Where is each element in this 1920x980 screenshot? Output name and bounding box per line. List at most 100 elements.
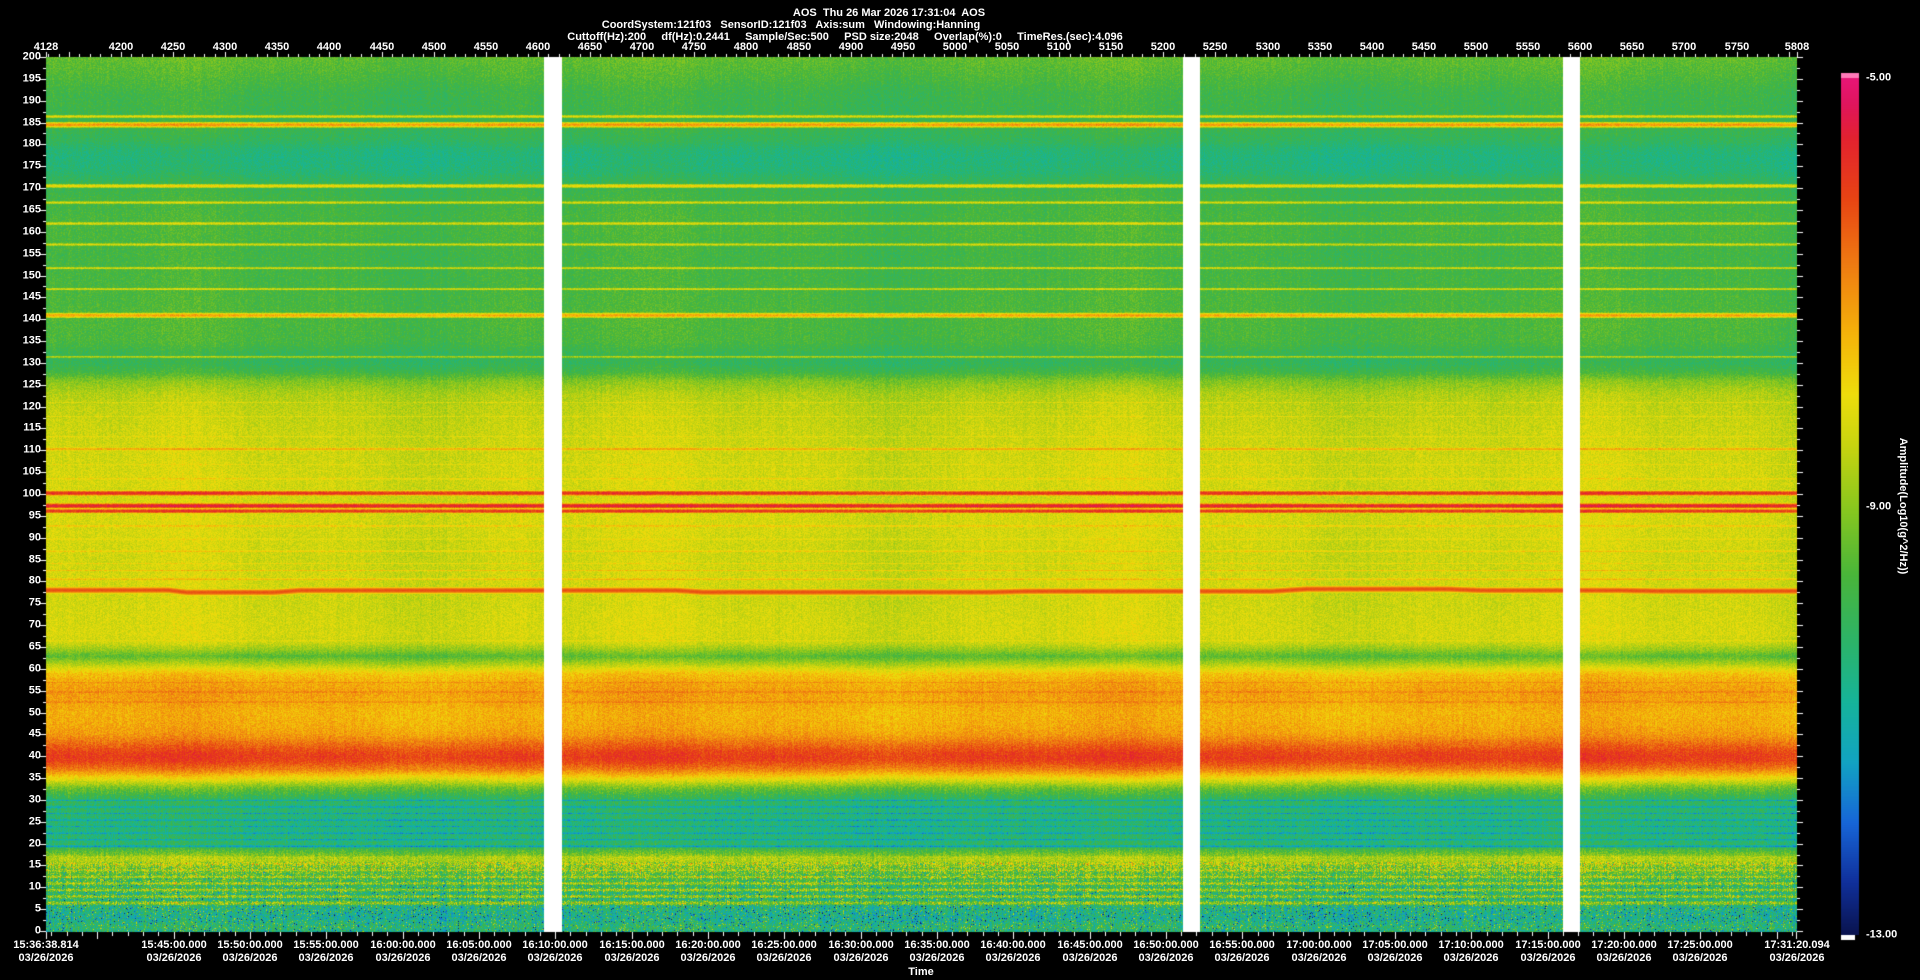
bottom-time-label: 16:20:00.000	[675, 939, 741, 951]
bottom-time-label: 16:25:00.000	[751, 939, 817, 951]
left-axis-label: 175	[22, 159, 41, 172]
left-axis-label: 115	[23, 421, 41, 434]
left-axis-label: 135	[22, 334, 41, 347]
top-axis-label: 5400	[1359, 41, 1385, 53]
bottom-date-label: 03/26/2026	[18, 952, 74, 964]
top-axis-label: 5100	[1046, 41, 1072, 53]
left-axis-label: 65	[28, 640, 41, 653]
bottom-time-label: 17:00:00.000	[1286, 939, 1352, 951]
left-axis-label: 55	[28, 684, 41, 697]
left-axis-label: 195	[22, 72, 41, 85]
bottom-time-label: 16:55:00.000	[1209, 939, 1275, 951]
left-axis-label: 125	[22, 378, 41, 391]
top-axis-label: 5750	[1724, 41, 1750, 53]
left-axis-label: 190	[22, 94, 41, 107]
left-axis-label: 5	[34, 902, 41, 915]
colorbar-label: -13.00	[1866, 928, 1898, 941]
header-sensor-info: CoordSystem:121f03 SensorID:121f03 Axis:…	[601, 19, 981, 31]
top-axis-label: 4350	[264, 41, 290, 53]
bottom-time-label: 15:55:00.000	[293, 939, 359, 951]
left-axis-label: 145	[22, 290, 41, 303]
colorbar-label: -5.00	[1866, 71, 1892, 84]
bottom-date-label: 03/26/2026	[1443, 952, 1499, 964]
spectrogram-canvas	[0, 0, 1920, 980]
bottom-time-label: 17:15:00.000	[1515, 939, 1581, 951]
bottom-date-label: 03/26/2026	[1138, 952, 1194, 964]
left-axis-label: 130	[22, 356, 41, 369]
bottom-time-label: 16:00:00.000	[370, 939, 436, 951]
top-axis-label: 5200	[1150, 41, 1176, 53]
top-axis-label: 5808	[1784, 41, 1810, 53]
left-axis-label: 155	[22, 247, 41, 260]
header-title: AOS Thu 26 Mar 2026 17:31:04 AOS	[792, 7, 986, 19]
left-axis-label: 150	[22, 269, 41, 282]
bottom-date-label: 03/26/2026	[146, 952, 202, 964]
top-axis-label: 5150	[1098, 41, 1124, 53]
top-axis-label: 5250	[1202, 41, 1228, 53]
top-axis-label: 4650	[577, 41, 603, 53]
left-axis-label: 185	[22, 116, 41, 129]
left-axis-label: 10	[28, 880, 41, 893]
left-axis-label: 105	[22, 465, 41, 478]
left-axis-label: 40	[28, 749, 41, 762]
bottom-date-label: 03/26/2026	[1520, 952, 1576, 964]
left-axis-label: 30	[28, 793, 41, 806]
left-axis-label: 20	[28, 837, 41, 850]
bottom-date-label: 03/26/2026	[1596, 952, 1652, 964]
top-axis-label: 5600	[1567, 41, 1593, 53]
bottom-date-label: 03/26/2026	[909, 952, 965, 964]
top-axis-label: 5000	[942, 41, 968, 53]
bottom-time-label: 16:05:00.000	[446, 939, 512, 951]
bottom-date-label: 03/26/2026	[1062, 952, 1118, 964]
left-axis-label: 95	[28, 509, 41, 522]
bottom-date-label: 03/26/2026	[527, 952, 583, 964]
top-axis-label: 5550	[1515, 41, 1541, 53]
left-axis-label: 35	[28, 771, 41, 784]
top-axis-label: 4300	[212, 41, 238, 53]
top-axis-label: 4900	[838, 41, 864, 53]
top-axis-label: 5050	[994, 41, 1020, 53]
bottom-time-label: 16:35:00.000	[904, 939, 970, 951]
bottom-date-label: 03/26/2026	[985, 952, 1041, 964]
left-axis-label: 110	[23, 443, 41, 456]
left-axis-label: 170	[22, 181, 41, 194]
bottom-time-label: 17:20:00.000	[1591, 939, 1657, 951]
top-axis-label: 4950	[890, 41, 916, 53]
left-axis-label: 60	[28, 662, 41, 675]
bottom-date-label: 03/26/2026	[222, 952, 278, 964]
bottom-date-label: 03/26/2026	[756, 952, 812, 964]
bottom-time-label: 16:50:00.000	[1133, 939, 1199, 951]
aos-spectrogram-window: AOS Thu 26 Mar 2026 17:31:04 AOS CoordSy…	[0, 0, 1920, 980]
bottom-time-label: 17:05:00.000	[1362, 939, 1428, 951]
top-axis-label: 4850	[786, 41, 812, 53]
top-axis-label: 4700	[629, 41, 655, 53]
left-axis-label: 80	[28, 574, 41, 587]
top-axis-label: 4500	[421, 41, 447, 53]
bottom-date-label: 03/26/2026	[298, 952, 354, 964]
bottom-date-label: 03/26/2026	[1672, 952, 1728, 964]
bottom-time-label: 16:30:00.000	[828, 939, 894, 951]
top-axis-label: 4200	[108, 41, 134, 53]
bottom-time-label: 15:45:00.000	[141, 939, 207, 951]
left-axis-label: 70	[28, 618, 41, 631]
top-axis-label: 4550	[473, 41, 499, 53]
left-axis-label: 15	[28, 858, 41, 871]
top-axis-label: 5700	[1671, 41, 1697, 53]
left-axis-label: 50	[28, 706, 41, 719]
top-axis-label: 4600	[525, 41, 551, 53]
bottom-time-label: 17:10:00.000	[1438, 939, 1504, 951]
top-axis-label: 5300	[1255, 41, 1281, 53]
bottom-date-label: 03/26/2026	[1769, 952, 1825, 964]
bottom-time-label: 15:50:00.000	[217, 939, 283, 951]
bottom-date-label: 03/26/2026	[1291, 952, 1347, 964]
left-axis-label: 160	[22, 225, 41, 238]
bottom-date-label: 03/26/2026	[1214, 952, 1270, 964]
top-axis-label: 4250	[160, 41, 186, 53]
left-axis-label: 25	[28, 815, 41, 828]
left-axis-label: 0	[34, 924, 41, 937]
top-axis-label: 4450	[369, 41, 395, 53]
x-axis-title: Time	[908, 966, 934, 978]
left-axis-label: 85	[28, 553, 41, 566]
bottom-time-label: 16:45:00.000	[1057, 939, 1123, 951]
left-axis-label: 90	[28, 531, 41, 544]
